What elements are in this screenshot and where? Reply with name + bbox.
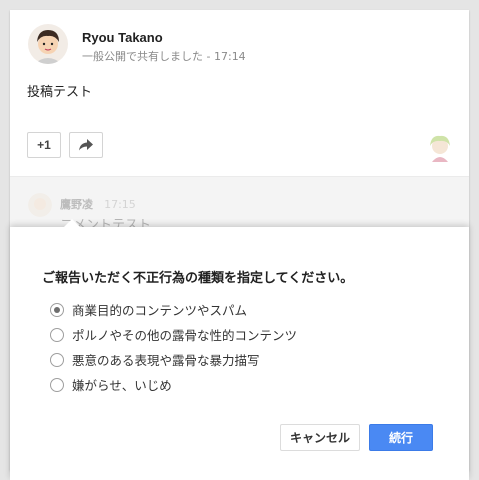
plus-one-button[interactable]: +1 (27, 132, 61, 158)
report-dialog: ご報告いただく不正行為の種類を指定してください。 商業目的のコンテンツやスパム … (10, 219, 469, 480)
dialog-buttons: キャンセル 続行 (280, 424, 433, 451)
visibility-label: 一般公開で共有しました (82, 50, 203, 63)
report-options: 商業目的のコンテンツやスパム ポルノやその他の露骨な性的コンテンツ 悪意のある表… (50, 297, 297, 397)
dialog-caret (64, 219, 80, 227)
option-label: ポルノやその他の露骨な性的コンテンツ (72, 328, 298, 343)
option-label: 悪意のある表現や露骨な暴力描写 (72, 353, 260, 368)
cancel-button[interactable]: キャンセル (280, 424, 360, 451)
author-avatar[interactable] (28, 24, 68, 64)
post-meta: Ryou Takano 一般公開で共有しました - 17:14 (82, 30, 246, 64)
report-title: ご報告いただく不正行為の種類を指定してください。 (42, 271, 354, 286)
option-label: 嫌がらせ、いじめ (72, 378, 172, 393)
radio[interactable] (50, 377, 64, 392)
comment-time: 17:15 (104, 198, 136, 211)
report-option-violence[interactable]: 悪意のある表現や露骨な暴力描写 (50, 347, 297, 372)
post-header: Ryou Takano 一般公開で共有しました - 17:14 (28, 24, 246, 64)
radio[interactable] (50, 327, 64, 342)
comment-author: 鷹野凌 (60, 198, 93, 211)
post-card: Ryou Takano 一般公開で共有しました - 17:14 投稿テスト +1 (10, 10, 469, 480)
radio-dot (54, 306, 60, 313)
radio-selected[interactable] (50, 302, 64, 317)
post-visibility: 一般公開で共有しました - 17:14 (82, 48, 246, 64)
radio[interactable] (50, 352, 64, 367)
share-button[interactable] (69, 132, 103, 158)
post-time[interactable]: 17:14 (214, 50, 246, 63)
report-option-spam[interactable]: 商業目的のコンテンツやスパム (50, 297, 297, 322)
meta-separator: - (206, 50, 211, 63)
continue-button[interactable]: 続行 (369, 424, 433, 451)
report-option-sexual-content[interactable]: ポルノやその他の露骨な性的コンテンツ (50, 322, 297, 347)
share-arrow-icon (79, 139, 93, 151)
option-label: 商業目的のコンテンツやスパム (72, 303, 248, 318)
post-actions: +1 (27, 132, 103, 158)
author-name[interactable]: Ryou Takano (82, 30, 246, 45)
comment-avatar (28, 193, 52, 217)
report-option-harassment[interactable]: 嫌がらせ、いじめ (50, 372, 297, 397)
sharer-avatar[interactable] (425, 132, 455, 162)
post-text: 投稿テスト (27, 85, 93, 100)
